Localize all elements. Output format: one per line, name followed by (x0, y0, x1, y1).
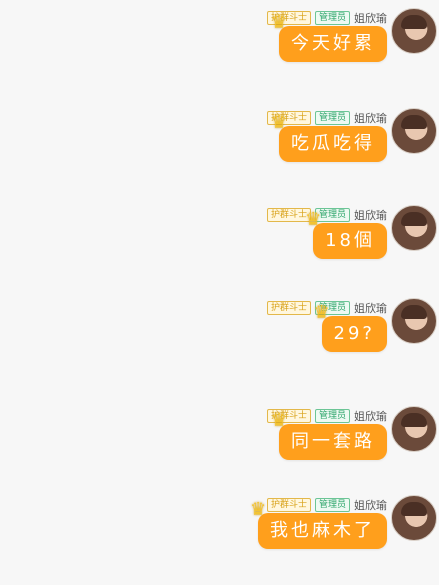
avatar[interactable] (391, 406, 437, 452)
guard-badge: 护群斗士 (266, 301, 311, 315)
chat-message: 护群斗士 管理员 姐欣瑜 ♛ 同一套路 (0, 406, 439, 496)
bubble-container: ♛ 我也麻木了 (250, 501, 387, 549)
bubble-container: ♛ 今天好累 (271, 14, 387, 62)
message-header: 护群斗士 管理员 姐欣瑜 (266, 497, 387, 513)
bubble-container: ♛ 18個 (305, 211, 387, 259)
chat-message: 护群斗士 管理员 姐欣瑜 ♛ 18個 (0, 205, 439, 295)
username[interactable]: 姐欣瑜 (354, 207, 387, 223)
crown-icon: ♛ (271, 12, 288, 33)
crown-icon: ♛ (313, 302, 330, 323)
admin-badge: 管理员 (314, 11, 350, 25)
avatar[interactable] (391, 108, 437, 154)
username[interactable]: 姐欣瑜 (354, 408, 387, 424)
username[interactable]: 姐欣瑜 (354, 300, 387, 316)
chat-message: 护群斗士 管理员 姐欣瑜 ♛ 今天好累 (0, 8, 439, 98)
bubble-container: ♛ 吃瓜吃得 (271, 114, 387, 162)
chat-message: 护群斗士 管理员 姐欣瑜 ♛ 29? (0, 298, 439, 388)
crown-icon: ♛ (271, 410, 288, 431)
avatar[interactable] (391, 205, 437, 251)
message-bubble[interactable]: 同一套路 (279, 424, 387, 460)
admin-badge: 管理员 (314, 498, 350, 512)
avatar[interactable] (391, 8, 437, 54)
crown-icon: ♛ (271, 112, 288, 133)
admin-badge: 管理员 (314, 111, 350, 125)
admin-badge: 管理员 (314, 409, 350, 423)
chat-message: 护群斗士 管理员 姐欣瑜 ♛ 我也麻木了 (0, 495, 439, 585)
avatar[interactable] (391, 495, 437, 541)
message-bubble[interactable]: 今天好累 (279, 26, 387, 62)
bubble-container: ♛ 29? (314, 304, 387, 352)
crown-icon: ♛ (305, 209, 322, 230)
avatar[interactable] (391, 298, 437, 344)
message-bubble[interactable]: 吃瓜吃得 (279, 126, 387, 162)
username[interactable]: 姐欣瑜 (354, 10, 387, 26)
chat-message: 护群斗士 管理员 姐欣瑜 ♛ 吃瓜吃得 (0, 108, 439, 198)
username[interactable]: 姐欣瑜 (354, 110, 387, 126)
crown-icon: ♛ (250, 499, 267, 520)
message-bubble[interactable]: 我也麻木了 (258, 513, 387, 549)
bubble-container: ♛ 同一套路 (271, 412, 387, 460)
username[interactable]: 姐欣瑜 (354, 497, 387, 513)
